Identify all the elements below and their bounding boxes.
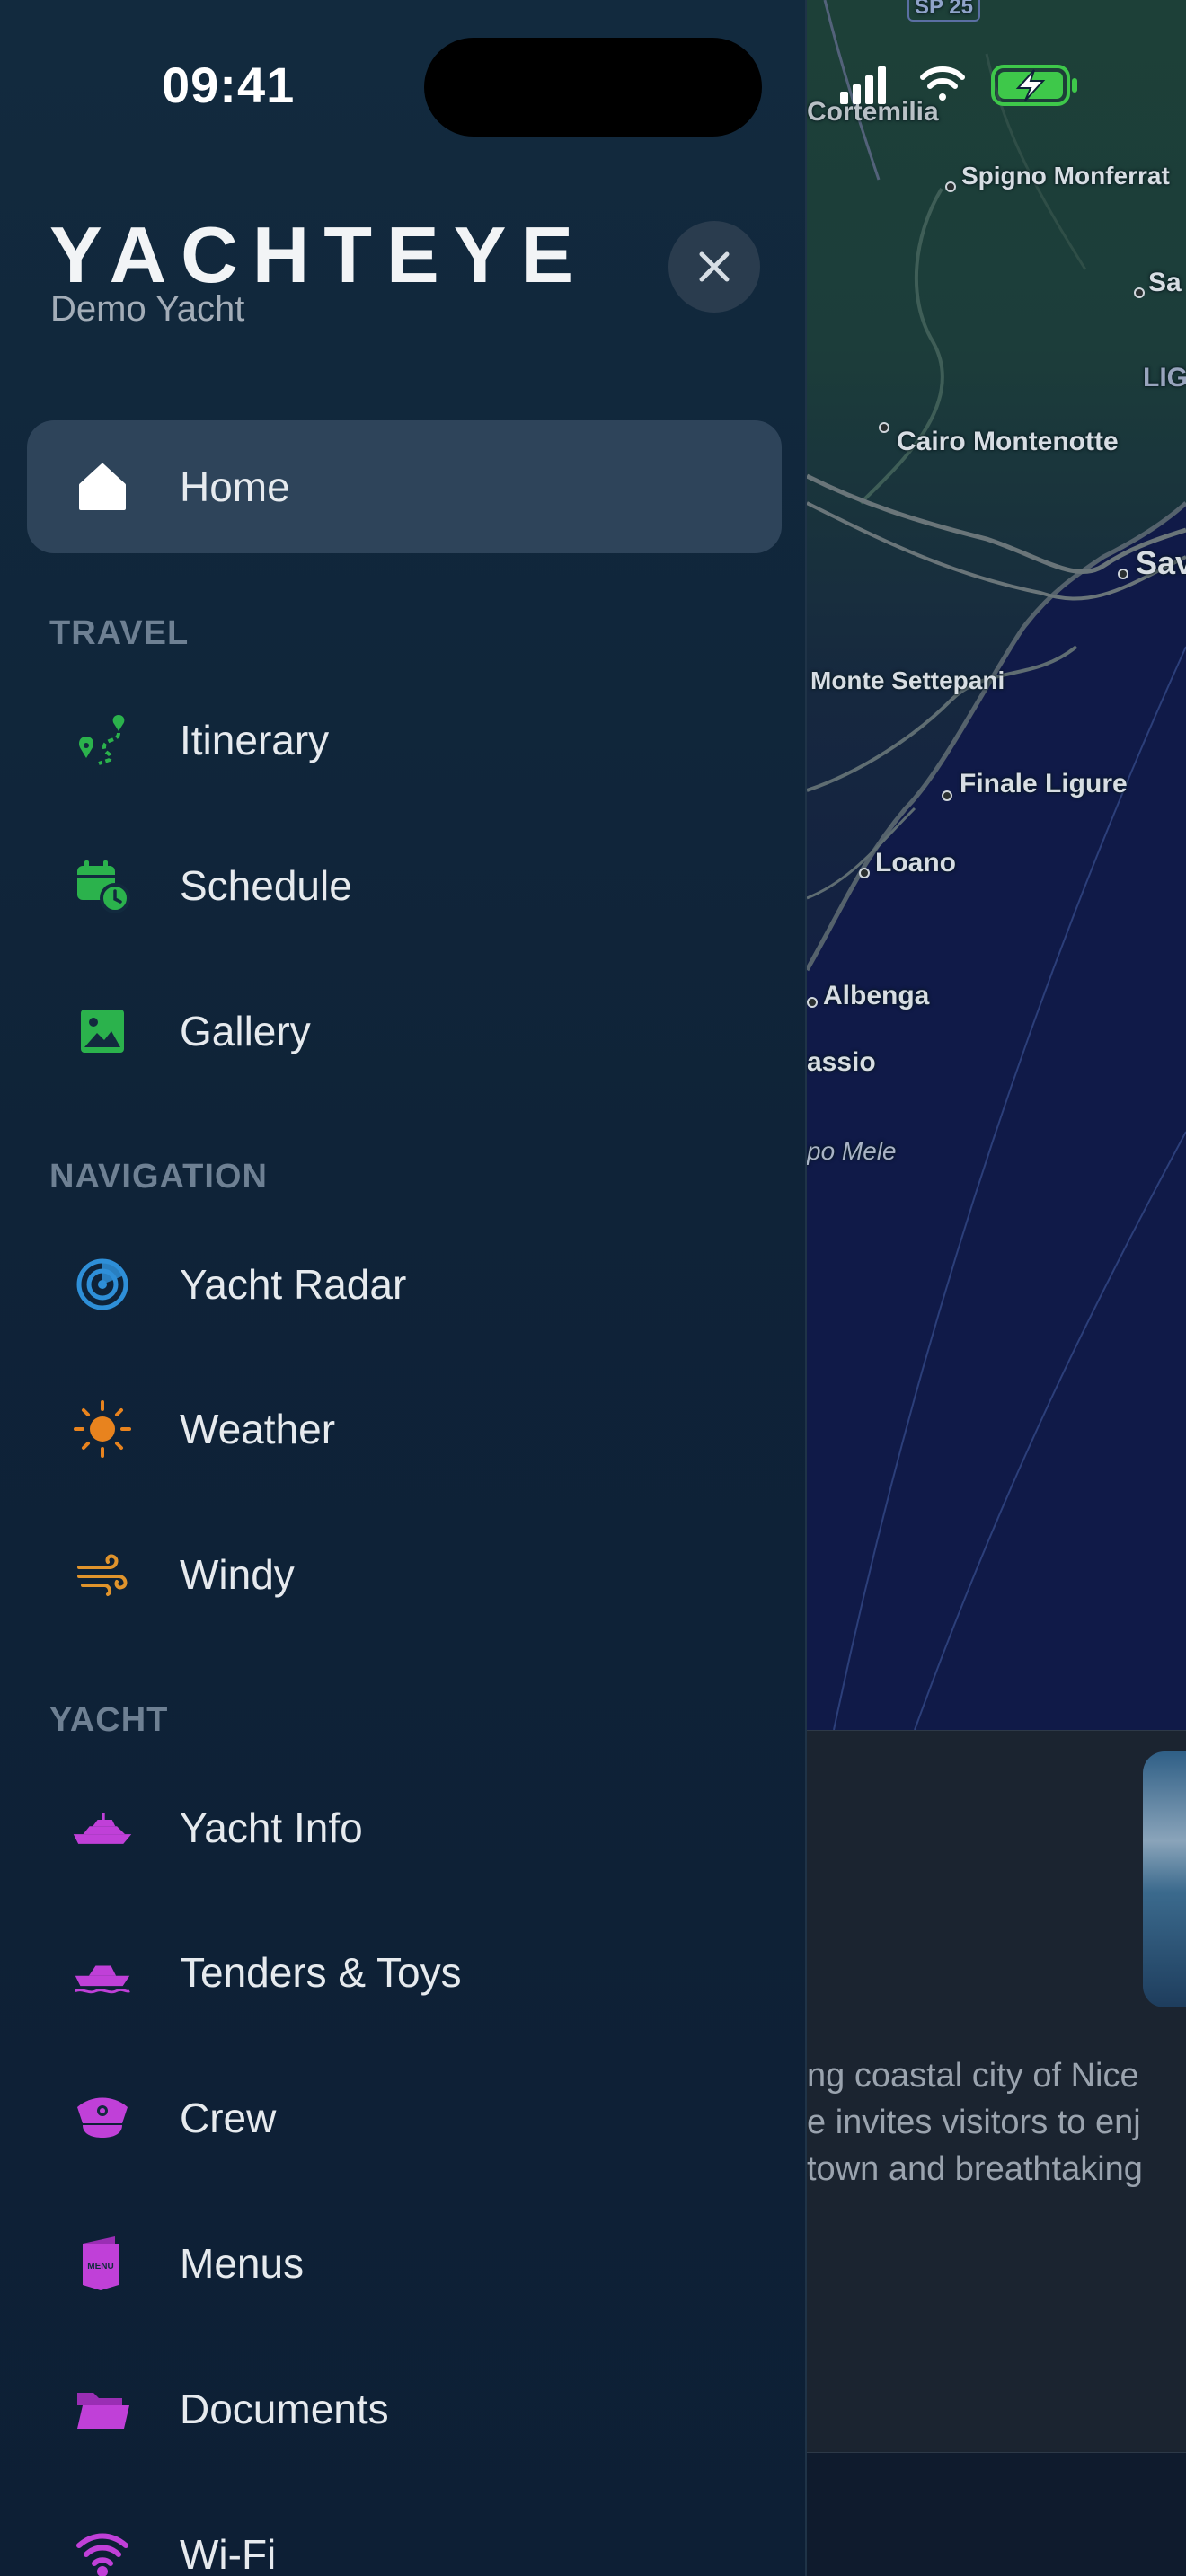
menu-item-label: Yacht Info [180, 1804, 363, 1851]
menu-item-home[interactable]: Home [27, 420, 782, 553]
menu-item-wifi[interactable]: Wi-Fi [27, 2488, 782, 2576]
menu-item-label: Tenders & Toys [180, 1949, 462, 1996]
section-heading-travel: TRAVEL [49, 614, 190, 652]
menu-item-label: Documents [180, 2386, 389, 2432]
dynamic-island [424, 38, 762, 137]
map-label-assio: assio [807, 1047, 876, 1077]
menu-item-label: Menus [180, 2240, 305, 2287]
map-dot [1134, 287, 1145, 298]
menu-item-windy[interactable]: Windy [27, 1508, 782, 1641]
menu-item-yacht-radar[interactable]: Yacht Radar [27, 1218, 782, 1351]
menu-item-menus[interactable]: MENU Menus [27, 2197, 782, 2330]
close-drawer-button[interactable] [668, 221, 760, 313]
menu-item-label: Crew [180, 2095, 277, 2141]
map-background[interactable]: SP 25 Cortemilia Spigno Monferrat Sa LIG… [807, 0, 1186, 1730]
map-dot [1118, 569, 1128, 579]
close-icon [699, 251, 730, 282]
home-icon [72, 456, 133, 517]
menu-item-itinerary[interactable]: Itinerary [27, 674, 782, 807]
menu-item-schedule[interactable]: Schedule [27, 819, 782, 952]
map-label-savona: Sav [1136, 544, 1186, 581]
menu-item-label: Home [180, 463, 290, 510]
map-dot [879, 422, 890, 433]
menu-item-gallery[interactable]: Gallery [27, 965, 782, 1098]
map-dot [945, 181, 956, 192]
map-label-cairo: Cairo Montenotte [897, 427, 1119, 456]
menu-item-label: Schedule [180, 862, 352, 909]
menu-item-label: Weather [180, 1406, 336, 1452]
yacht-icon [72, 1797, 133, 1858]
menu-item-label: Yacht Radar [180, 1261, 407, 1308]
menu-item-label: Gallery [180, 1008, 311, 1054]
section-heading-yacht: YACHT [49, 1701, 169, 1739]
navigation-drawer: 09:41 YACHTEYE Demo Yacht Home TRAVEL It… [0, 0, 807, 2576]
menu-item-yacht-info[interactable]: Yacht Info [27, 1761, 782, 1894]
map-label-mele: po Mele [807, 1137, 897, 1165]
menu-item-label: Wi-Fi [180, 2531, 277, 2576]
map-dot [859, 868, 870, 878]
map-dot [807, 997, 818, 1008]
destination-text-line: e invites visitors to enj [807, 2104, 1141, 2141]
menu-item-weather[interactable]: Weather [27, 1363, 782, 1495]
map-label-settepani: Monte Settepani [810, 666, 1005, 694]
map-dot [942, 790, 952, 801]
yacht-name: Demo Yacht [50, 289, 245, 329]
bottom-bar [807, 2452, 1186, 2576]
menu-card-icon: MENU [72, 2233, 133, 2294]
map-label-sa: Sa [1148, 268, 1182, 297]
status-time: 09:41 [162, 57, 296, 113]
wind-icon [72, 1544, 133, 1605]
calendar-clock-icon [72, 855, 133, 916]
map-label-road: SP 25 [907, 0, 980, 22]
destination-text-line: town and breathtaking [807, 2150, 1143, 2188]
radar-icon [72, 1254, 133, 1315]
wifi-icon [72, 2524, 133, 2576]
menu-item-tenders-toys[interactable]: Tenders & Toys [27, 1906, 782, 2039]
image-icon [72, 1001, 133, 1062]
menu-item-label: Windy [180, 1551, 295, 1598]
sun-icon [72, 1398, 133, 1460]
destination-text-line: ng coastal city of Nice [807, 2057, 1139, 2095]
battery-charging-icon [991, 65, 1077, 106]
menu-item-documents[interactable]: Documents [27, 2342, 782, 2475]
captain-hat-icon [72, 2087, 133, 2148]
map-label-spigno: Spigno Monferrat [961, 162, 1170, 190]
folder-icon [72, 2378, 133, 2439]
signal-icon [840, 66, 886, 104]
route-pin-icon [72, 710, 133, 771]
menu-item-crew[interactable]: Crew [27, 2051, 782, 2184]
menu-item-label: Itinerary [180, 717, 330, 763]
brand-logo: YACHTEYE [49, 210, 589, 299]
map-label-finale: Finale Ligure [960, 769, 1128, 798]
section-heading-navigation: NAVIGATION [49, 1158, 268, 1195]
map-label-loano: Loano [875, 848, 956, 878]
map-label-albenga: Albenga [823, 981, 930, 1010]
map-label-region: LIG [1143, 363, 1186, 393]
wifi-status-icon [920, 66, 965, 101]
svg-text:MENU: MENU [87, 2262, 113, 2272]
destination-photo [1143, 1751, 1186, 2007]
status-icons [840, 63, 1083, 108]
tender-boat-icon [72, 1942, 133, 2003]
